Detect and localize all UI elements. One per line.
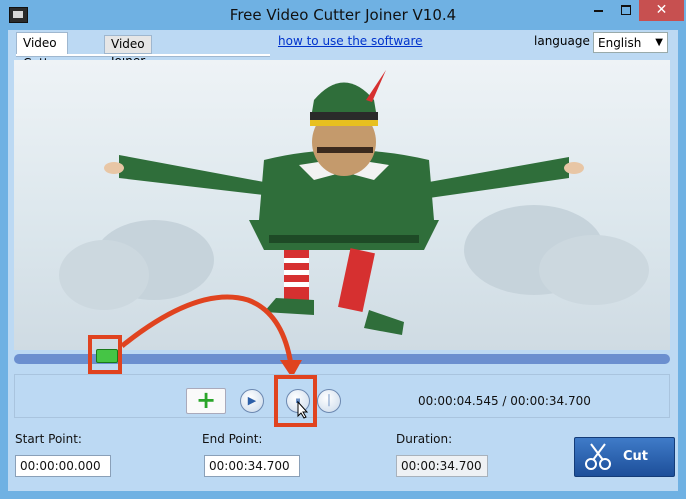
close-button[interactable]: ✕ (639, 0, 684, 21)
scissors-icon (585, 443, 611, 470)
title-bar[interactable]: Free Video Cutter Joiner V10.4 ✕ (0, 0, 686, 30)
play-button[interactable]: ▶ (240, 389, 264, 413)
mark-end-icon: ⏐ (325, 394, 333, 407)
duration-field: 00:00:34.700 (396, 455, 488, 477)
start-point-label: Start Point: (15, 432, 82, 446)
maximize-icon (620, 5, 631, 15)
cut-button[interactable]: Cut (574, 437, 675, 477)
mark-end-button[interactable]: ⏐ (317, 389, 341, 413)
time-readout: 00:00:04.545 / 00:00:34.700 (418, 394, 591, 408)
plus-icon: + (195, 386, 217, 414)
maximize-button[interactable] (612, 0, 639, 21)
start-point-field[interactable]: 00:00:00.000 (15, 455, 111, 477)
play-icon: ▶ (247, 394, 257, 407)
duration-label: Duration: (396, 432, 453, 446)
highlight-box-button (274, 375, 317, 427)
cut-button-label: Cut (623, 449, 649, 464)
annotation-arrow (120, 294, 302, 378)
app-window: Free Video Cutter Joiner V10.4 ✕ Video C… (0, 0, 686, 499)
minimize-button[interactable] (585, 0, 612, 21)
main-panel: Video Cutter Video Joiner how to use the… (8, 30, 678, 491)
add-button[interactable]: + (186, 388, 226, 414)
end-point-field[interactable]: 00:00:34.700 (204, 455, 300, 477)
end-point-label: End Point: (202, 432, 263, 446)
mouse-cursor-icon (297, 401, 309, 419)
window-title: Free Video Cutter Joiner V10.4 (229, 6, 457, 24)
minimize-icon (594, 10, 603, 12)
